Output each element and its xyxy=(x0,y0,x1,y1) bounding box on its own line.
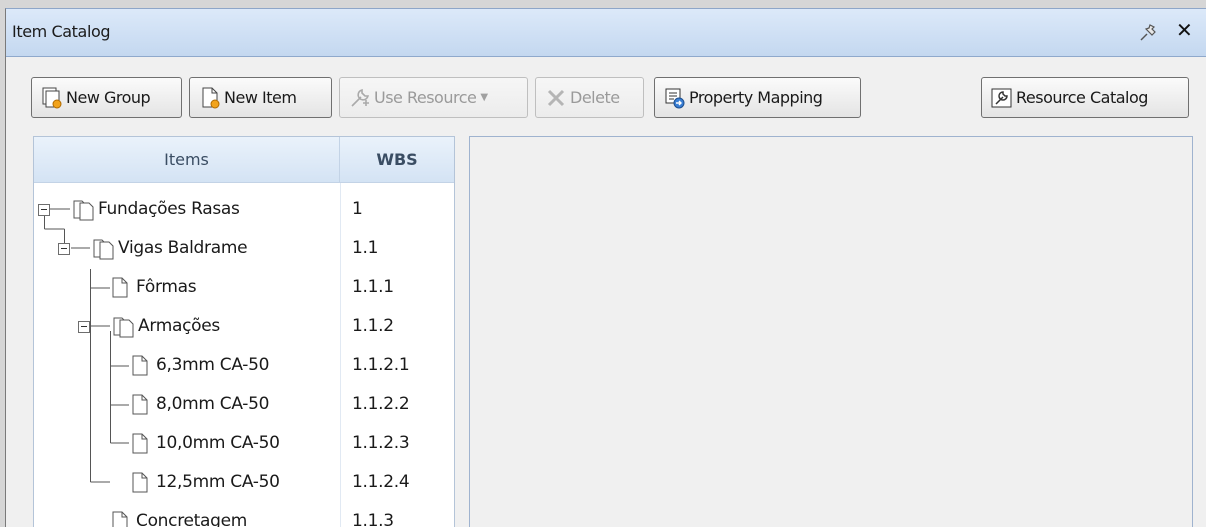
group-icon xyxy=(93,239,114,260)
detail-pane xyxy=(469,136,1193,527)
delete-label: Delete xyxy=(570,88,620,107)
collapse-icon[interactable] xyxy=(38,204,50,216)
use-resource-label: Use Resource xyxy=(374,88,477,107)
tree-row-wbs: 1.1.3 xyxy=(352,511,394,527)
collapse-icon[interactable] xyxy=(58,243,70,255)
tree-row-label: Fôrmas xyxy=(136,277,197,297)
tree-row-label: Concretagem xyxy=(136,511,248,527)
new-item-icon xyxy=(202,87,220,108)
tree-row-label: 8,0mm CA-50 xyxy=(156,394,270,414)
tree-row[interactable]: 8,0mm CA-50 1.1.2.2 xyxy=(34,385,454,424)
item-tree[interactable]: Items WBS Fundações Rasas 1 Vigas Baldra… xyxy=(33,136,455,527)
tree-row[interactable]: 6,3mm CA-50 1.1.2.1 xyxy=(34,346,454,385)
tree-row-wbs: 1 xyxy=(352,199,363,219)
resource-catalog-icon xyxy=(991,88,1012,107)
item-icon xyxy=(112,277,128,298)
tree-row[interactable]: 10,0mm CA-50 1.1.2.3 xyxy=(34,424,454,463)
resource-catalog-label: Resource Catalog xyxy=(1016,88,1148,107)
tree-row-wbs: 1.1.1 xyxy=(352,277,394,297)
tree-row-wbs: 1.1.2.2 xyxy=(352,394,410,414)
group-icon xyxy=(113,317,134,338)
property-mapping-icon xyxy=(665,88,685,108)
property-mapping-label: Property Mapping xyxy=(689,88,823,107)
tree-row-wbs: 1.1.2.4 xyxy=(352,472,410,492)
new-group-button[interactable]: New Group xyxy=(31,77,182,118)
tree-row[interactable]: Concretagem 1.1.3 xyxy=(34,502,454,527)
pin-icon[interactable] xyxy=(1138,23,1160,43)
tree-row[interactable]: 12,5mm CA-50 1.1.2.4 xyxy=(34,463,454,502)
use-resource-button[interactable]: Use Resource ▼ xyxy=(339,77,528,118)
tree-row-label: Vigas Baldrame xyxy=(118,238,248,258)
resource-catalog-button[interactable]: Resource Catalog xyxy=(981,77,1189,118)
item-icon xyxy=(132,472,148,493)
tree-row-label: Armações xyxy=(138,316,220,336)
tree-row-wbs: 1.1.2 xyxy=(352,316,394,336)
item-icon xyxy=(132,433,148,454)
new-item-label: New Item xyxy=(224,88,297,107)
tree-row[interactable]: Armações 1.1.2 xyxy=(34,307,454,346)
panel-titlebar: Item Catalog ✕ xyxy=(6,9,1206,57)
close-icon[interactable]: ✕ xyxy=(1176,19,1193,41)
tree-row-wbs: 1.1.2.3 xyxy=(352,433,410,453)
wrench-icon xyxy=(351,88,370,107)
tree-row-label: Fundações Rasas xyxy=(98,199,240,219)
group-icon xyxy=(73,200,94,221)
tree-row[interactable]: Fôrmas 1.1.1 xyxy=(34,268,454,307)
new-group-icon xyxy=(42,87,62,108)
delete-icon xyxy=(547,89,565,106)
tree-row-label: 10,0mm CA-50 xyxy=(156,433,280,453)
column-header-wbs[interactable]: WBS xyxy=(340,137,454,183)
new-item-button[interactable]: New Item xyxy=(189,77,332,118)
tree-row-label: 6,3mm CA-50 xyxy=(156,355,270,375)
item-icon xyxy=(132,355,148,376)
item-icon xyxy=(112,511,128,527)
property-mapping-button[interactable]: Property Mapping xyxy=(654,77,861,118)
item-catalog-panel: Item Catalog ✕ New Group New Item Use Re… xyxy=(5,8,1206,527)
tree-row[interactable]: Vigas Baldrame 1.1 xyxy=(34,229,454,268)
chevron-down-icon: ▼ xyxy=(480,92,488,103)
delete-button[interactable]: Delete xyxy=(535,77,644,118)
tree-row-wbs: 1.1.2.1 xyxy=(352,355,410,375)
collapse-icon[interactable] xyxy=(78,321,90,333)
panel-title: Item Catalog xyxy=(12,22,111,41)
tree-row-label: 12,5mm CA-50 xyxy=(156,472,280,492)
new-group-label: New Group xyxy=(66,88,151,107)
item-icon xyxy=(132,394,148,415)
tree-row-wbs: 1.1 xyxy=(352,238,379,258)
tree-row[interactable]: Fundações Rasas 1 xyxy=(34,190,454,229)
